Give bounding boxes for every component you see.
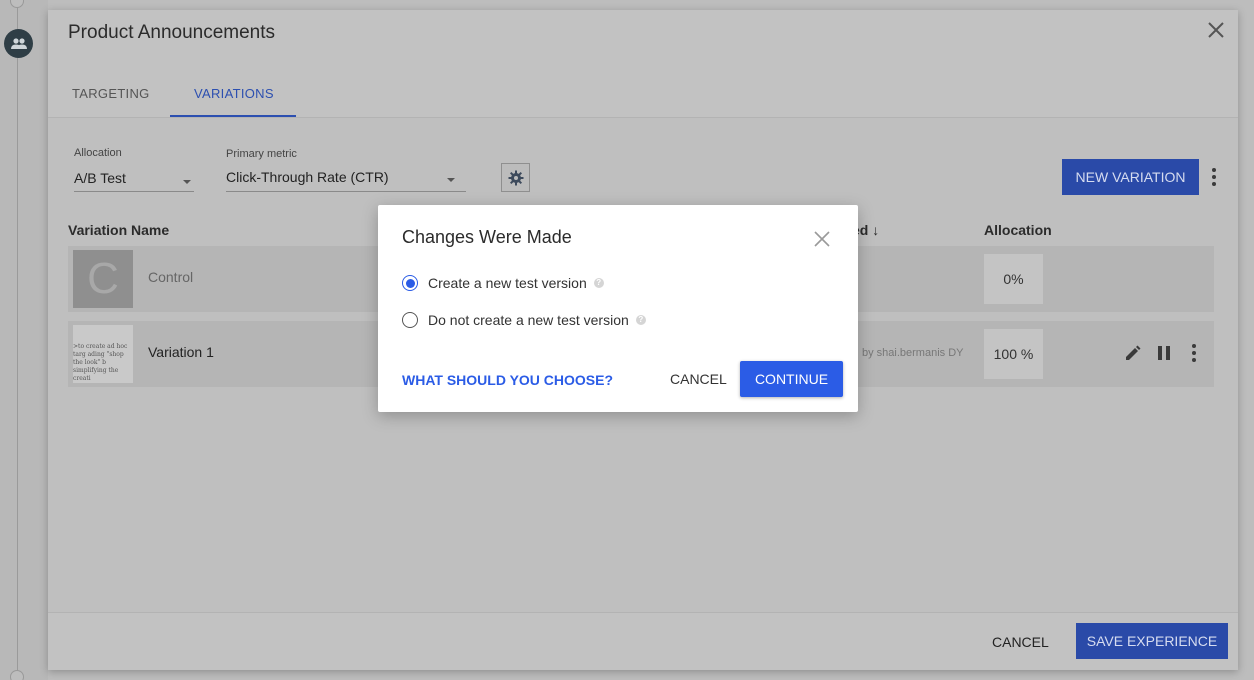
radio-button[interactable] — [402, 312, 418, 328]
continue-button[interactable]: CONTINUE — [740, 361, 843, 397]
variation-thumbnail: >to create ad hoc targ ading "shop the l… — [73, 325, 133, 383]
allocation-select[interactable]: A/B Test — [74, 170, 126, 186]
allocation-value[interactable]: 0% — [984, 254, 1043, 304]
gear-icon — [508, 170, 523, 185]
variation-name: Control — [148, 269, 194, 285]
option-label: Do not create a new test version — [428, 312, 629, 328]
panel-header: Product Announcements TARGETING VARIATIO… — [48, 10, 1238, 118]
rail-line — [17, 0, 18, 680]
dialog-title: Changes Were Made — [402, 227, 572, 247]
option-no-new-version[interactable]: Do not create a new test version ? — [402, 312, 646, 328]
edit-icon[interactable] — [1124, 344, 1142, 367]
changes-dialog: Changes Were Made Create a new test vers… — [378, 205, 858, 412]
column-header-name: Variation Name — [68, 222, 170, 238]
option-create-new-version[interactable]: Create a new test version ? — [402, 275, 604, 291]
left-rail — [0, 0, 48, 680]
pause-icon[interactable] — [1155, 344, 1173, 367]
more-options-icon[interactable] — [1206, 167, 1222, 187]
metric-settings-button[interactable] — [501, 163, 530, 192]
row-more-options-icon[interactable] — [1186, 343, 1202, 363]
chevron-down-icon — [447, 178, 455, 182]
allocation-value[interactable]: 100 % — [984, 329, 1043, 379]
allocation-underline — [74, 191, 194, 192]
variation-thumbnail: C — [73, 250, 133, 308]
dialog-cancel-button[interactable]: CANCEL — [670, 371, 727, 387]
column-header-allocation: Allocation — [984, 222, 1052, 238]
metric-underline — [226, 191, 466, 192]
tab-targeting[interactable]: TARGETING — [72, 86, 150, 101]
thumbnail-letter: C — [87, 254, 119, 303]
metric-select[interactable]: Click-Through Rate (CTR) — [226, 169, 389, 185]
help-icon[interactable]: ? — [635, 315, 646, 325]
save-experience-button[interactable]: SAVE EXPERIENCE — [1076, 623, 1228, 659]
metric-label: Primary metric — [226, 148, 297, 160]
modified-by: by shai.bermanis DY — [862, 347, 964, 359]
chevron-down-icon — [183, 180, 191, 184]
allocation-label: Allocation — [74, 147, 122, 159]
close-icon[interactable] — [812, 229, 832, 249]
audience-icon[interactable] — [4, 29, 33, 58]
rail-node-icon — [10, 0, 24, 8]
option-label: Create a new test version — [428, 275, 587, 291]
panel-footer: CANCEL SAVE EXPERIENCE — [48, 612, 1238, 670]
page-title: Product Announcements — [68, 22, 276, 43]
rail-node-icon — [10, 670, 24, 680]
help-icon[interactable]: ? — [593, 278, 604, 288]
new-variation-button[interactable]: NEW VARIATION — [1062, 159, 1199, 195]
tab-variations[interactable]: VARIATIONS — [194, 86, 274, 101]
help-link[interactable]: WHAT SHOULD YOU CHOOSE? — [402, 372, 613, 388]
active-tab-indicator — [170, 115, 296, 117]
cancel-button[interactable]: CANCEL — [992, 634, 1049, 650]
variation-name: Variation 1 — [148, 344, 214, 360]
close-icon[interactable] — [1204, 18, 1228, 42]
radio-button[interactable] — [402, 275, 418, 291]
